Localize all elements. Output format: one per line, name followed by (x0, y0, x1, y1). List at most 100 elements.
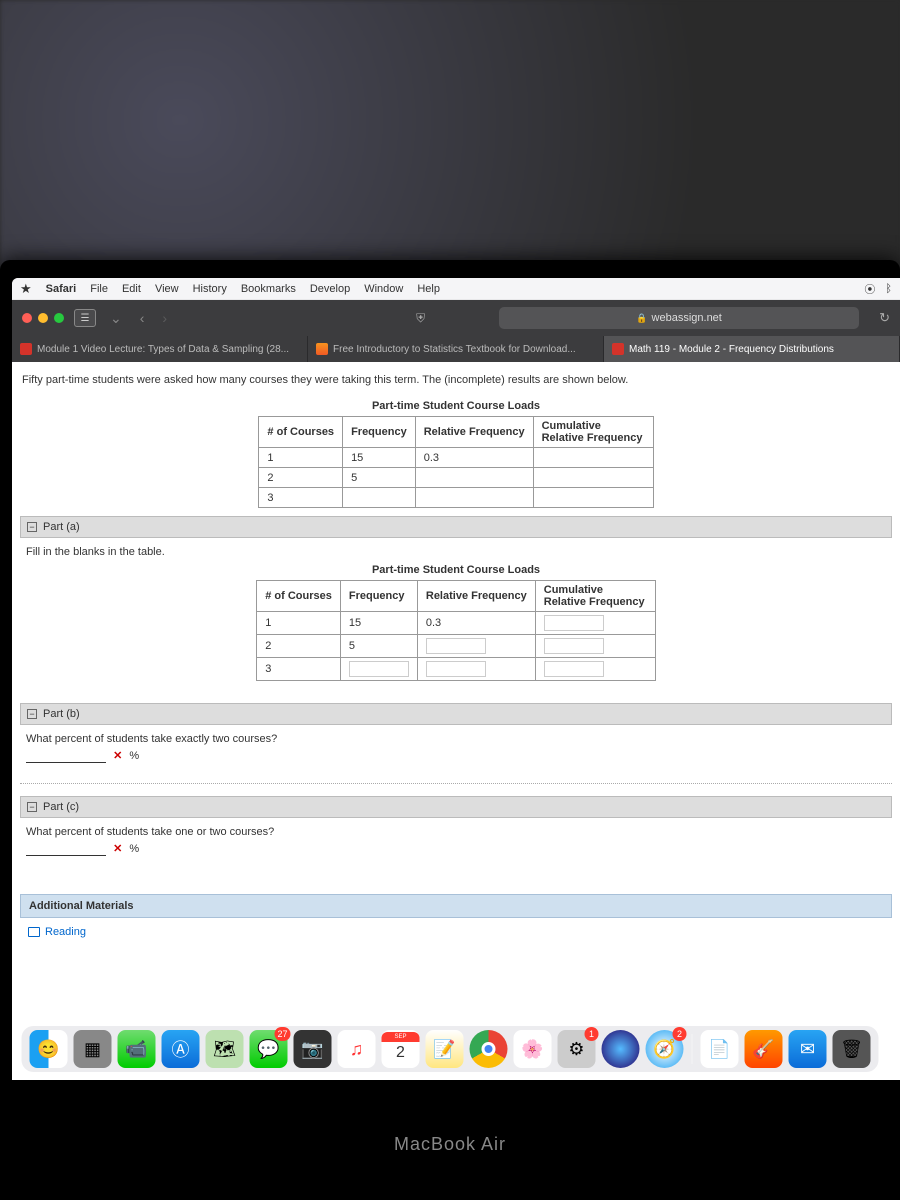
tab-label: Module 1 Video Lecture: Types of Data & … (37, 344, 289, 355)
answer-input-r2-relfreq[interactable] (426, 638, 486, 654)
trash-icon[interactable]: 🗑 (833, 1030, 871, 1068)
col-relative-frequency: Relative Frequency (415, 417, 533, 448)
menubar-item-develop[interactable]: Develop (310, 283, 350, 295)
tab-label: Free Introductory to Statistics Textbook… (333, 344, 576, 355)
textbook-favicon (316, 343, 328, 355)
photos-icon[interactable]: 🌸 (514, 1030, 552, 1068)
notes-icon[interactable]: 📝 (426, 1030, 464, 1068)
part-c-answer-field[interactable] (26, 842, 106, 856)
music-icon[interactable]: ♫ (338, 1030, 376, 1068)
mail-badge: 2 (673, 1027, 687, 1041)
collapse-icon: − (27, 709, 37, 719)
part-a-header[interactable]: − Part (a) (20, 516, 892, 538)
photobooth-icon[interactable]: 📷 (294, 1030, 332, 1068)
close-window-button[interactable] (22, 313, 32, 323)
page-content[interactable]: Fifty part-time students were asked how … (12, 362, 900, 1080)
separator (20, 783, 892, 784)
dock-separator (692, 1034, 693, 1064)
calendar-month: SEP (382, 1032, 420, 1042)
url-host: webassign.net (652, 312, 722, 324)
collapse-icon: − (27, 522, 37, 532)
part-b-body: What percent of students take exactly tw… (20, 725, 892, 771)
launchpad-icon[interactable]: ▦ (74, 1030, 112, 1068)
table-row: 1 15 0.3 (257, 612, 656, 635)
pages-icon[interactable]: 📄 (701, 1030, 739, 1068)
chrome-icon[interactable] (470, 1030, 508, 1068)
appstore-icon[interactable]: Ⓐ (162, 1030, 200, 1068)
table-caption-2: Part-time Student Course Loads (26, 564, 886, 576)
answer-input-r2-cumrel[interactable] (544, 638, 604, 654)
menubar-item-edit[interactable]: Edit (122, 283, 141, 295)
garageband-icon[interactable]: 🎸 (745, 1030, 783, 1068)
minimize-window-button[interactable] (38, 313, 48, 323)
menubar-item-bookmarks[interactable]: Bookmarks (241, 283, 296, 295)
tab-module1[interactable]: Module 1 Video Lecture: Types of Data & … (12, 336, 308, 362)
messages-icon[interactable]: 💬 27 (250, 1030, 288, 1068)
reading-link[interactable]: Reading (20, 918, 892, 946)
reload-button[interactable]: ↻ (879, 310, 890, 326)
collapse-icon: − (27, 802, 37, 812)
laptop-bezel: ★ Safari File Edit View History Bookmark… (0, 260, 900, 1200)
menubar-item-file[interactable]: File (90, 283, 108, 295)
calendar-icon[interactable]: SEP 2 (382, 1030, 420, 1068)
part-b-title: Part (b) (43, 708, 80, 720)
facetime-icon[interactable]: 📹 (118, 1030, 156, 1068)
address-bar[interactable]: 🔒 webassign.net (499, 307, 859, 329)
menubar-item-view[interactable]: View (155, 283, 179, 295)
safari-icon[interactable]: 🧭 2 (646, 1030, 684, 1068)
screen-record-icon[interactable]: ⦿ (864, 281, 875, 297)
system-preferences-icon[interactable]: ⚙ 1 (558, 1030, 596, 1068)
tab-label: Math 119 - Module 2 - Frequency Distribu… (629, 344, 834, 355)
part-c-body: What percent of students take one or two… (20, 818, 892, 864)
incorrect-icon: ✕ (113, 750, 122, 762)
given-data-table: # of Courses Frequency Relative Frequenc… (258, 416, 653, 508)
answer-input-r3-freq[interactable] (349, 661, 409, 677)
maps-icon[interactable]: 🗺 (206, 1030, 244, 1068)
webassign-favicon (20, 343, 32, 355)
col-courses: # of Courses (259, 417, 343, 448)
part-a-body: Fill in the blanks in the table. Part-ti… (20, 538, 892, 697)
mail-icon[interactable]: ✉ (789, 1030, 827, 1068)
fullscreen-window-button[interactable] (54, 313, 64, 323)
macos-menubar: ★ Safari File Edit View History Bookmark… (12, 278, 900, 300)
screen: ★ Safari File Edit View History Bookmark… (12, 278, 900, 1080)
part-a-title: Part (a) (43, 521, 80, 533)
answer-input-r1-cumrel[interactable] (544, 615, 604, 631)
lock-icon: 🔒 (636, 313, 647, 324)
safari-tabbar: Module 1 Video Lecture: Types of Data & … (12, 336, 900, 362)
part-a-prompt: Fill in the blanks in the table. (26, 546, 886, 558)
privacy-shield-icon[interactable]: ⛨ (416, 311, 425, 326)
forward-button[interactable]: › (158, 310, 171, 326)
menubar-item-history[interactable]: History (193, 283, 227, 295)
apple-menu-icon[interactable]: ★ (20, 281, 32, 297)
back-button[interactable]: ‹ (136, 310, 149, 326)
answer-table: # of Courses Frequency Relative Frequenc… (256, 580, 656, 681)
col-cumulative-relative: Cumulative Relative Frequency (533, 417, 653, 448)
sysprefs-badge: 1 (585, 1027, 599, 1041)
percent-unit: % (129, 843, 139, 855)
part-b-header[interactable]: − Part (b) (20, 703, 892, 725)
table-caption: Part-time Student Course Loads (20, 400, 892, 412)
col-frequency: Frequency (343, 417, 416, 448)
messages-badge: 27 (274, 1027, 290, 1041)
part-b-answer-field[interactable] (26, 749, 106, 763)
part-c-header[interactable]: − Part (c) (20, 796, 892, 818)
menubar-app-name[interactable]: Safari (46, 283, 77, 295)
tab-math119[interactable]: Math 119 - Module 2 - Frequency Distribu… (604, 336, 900, 362)
table-row: 1 15 0.3 (259, 448, 653, 468)
reading-label: Reading (45, 926, 86, 938)
answer-input-r3-cumrel[interactable] (544, 661, 604, 677)
chevron-down-icon[interactable]: ⌄ (106, 310, 126, 327)
tab-textbook[interactable]: Free Introductory to Statistics Textbook… (308, 336, 604, 362)
menubar-item-help[interactable]: Help (417, 283, 440, 295)
webassign-favicon (612, 343, 624, 355)
bluetooth-icon[interactable]: ᛒ (885, 283, 892, 295)
siri-icon[interactable] (602, 1030, 640, 1068)
finder-icon[interactable]: 😊 (30, 1030, 68, 1068)
answer-input-r3-relfreq[interactable] (426, 661, 486, 677)
sidebar-toggle-button[interactable]: ☰ (74, 309, 96, 327)
table-row: 3 (259, 488, 653, 508)
safari-toolbar: ☰ ⌄ ‹ › ⛨ 🔒 webassign.net ↻ (12, 300, 900, 336)
menubar-item-window[interactable]: Window (364, 283, 403, 295)
percent-unit: % (129, 750, 139, 762)
